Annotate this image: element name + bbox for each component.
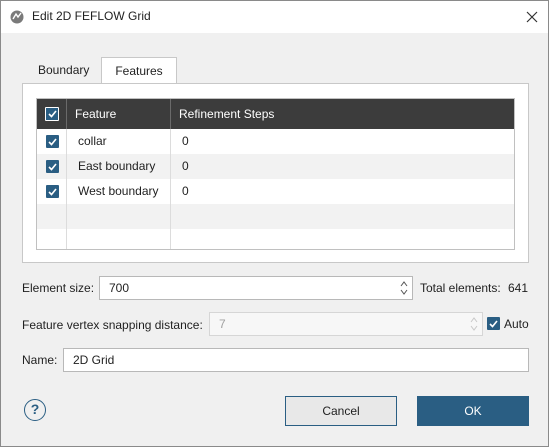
empty-cell — [67, 229, 171, 249]
table-row[interactable]: East boundary 0 — [37, 154, 514, 179]
help-icon: ? — [30, 401, 40, 417]
empty-cell — [171, 229, 514, 249]
checkmark-icon — [48, 162, 57, 171]
row-checkbox[interactable] — [46, 185, 59, 198]
checkmark-icon — [489, 319, 498, 328]
element-size-input[interactable]: 700 — [99, 276, 413, 300]
table-row[interactable]: collar 0 — [37, 129, 514, 154]
cancel-button[interactable]: Cancel — [285, 396, 397, 426]
snapping-distance-value: 7 — [219, 317, 226, 331]
table-row[interactable]: West boundary 0 — [37, 179, 514, 204]
app-icon — [10, 10, 24, 24]
refinement-steps-cell[interactable]: 0 — [171, 129, 514, 154]
checkmark-icon — [48, 187, 57, 196]
row-check-cell — [37, 179, 67, 204]
element-size-label: Element size: — [22, 281, 95, 295]
empty-row — [37, 204, 514, 229]
auto-checkbox[interactable] — [487, 317, 500, 330]
spinner-arrows-icon — [470, 317, 478, 331]
title-bar: Edit 2D FEFLOW Grid — [1, 1, 548, 33]
checkmark-icon — [48, 137, 57, 146]
feature-name-cell: East boundary — [67, 154, 171, 179]
header-check-cell — [37, 99, 67, 129]
checkmark-icon — [47, 110, 57, 118]
column-header-refinement-steps[interactable]: Refinement Steps — [171, 99, 514, 129]
total-elements-value: 641 — [508, 281, 529, 295]
row-checkbox[interactable] — [46, 135, 59, 148]
column-header-feature[interactable]: Feature — [67, 99, 171, 129]
empty-row — [37, 229, 514, 249]
cancel-button-label: Cancel — [322, 404, 360, 418]
help-button[interactable]: ? — [24, 399, 46, 421]
row-checkbox[interactable] — [46, 160, 59, 173]
feature-name-cell: West boundary — [67, 179, 171, 204]
row-check-cell — [37, 129, 67, 154]
refinement-steps-cell[interactable]: 0 — [171, 179, 514, 204]
empty-cell — [171, 204, 514, 229]
element-size-value: 700 — [109, 281, 130, 295]
select-all-checkbox[interactable] — [45, 107, 59, 121]
close-icon — [526, 11, 538, 23]
total-elements-label: Total elements: — [420, 281, 501, 295]
refinement-steps-cell[interactable]: 0 — [171, 154, 514, 179]
empty-cell — [37, 204, 67, 229]
dialog-window: Edit 2D FEFLOW Grid Boundary Features Fe… — [0, 0, 549, 447]
features-panel: Feature Refinement Steps collar 0 East b… — [22, 83, 529, 263]
grid-header: Feature Refinement Steps — [37, 99, 514, 129]
row-check-cell — [37, 154, 67, 179]
empty-cell — [37, 229, 67, 249]
tab-boundary-label: Boundary — [38, 63, 90, 77]
close-button[interactable] — [516, 1, 548, 33]
name-label: Name: — [22, 353, 58, 367]
name-input[interactable]: 2D Grid — [63, 348, 529, 372]
snapping-distance-input[interactable]: 7 — [209, 312, 483, 336]
empty-cell — [67, 204, 171, 229]
tab-boundary[interactable]: Boundary — [28, 57, 99, 83]
auto-label: Auto — [504, 317, 529, 331]
ok-button-label: OK — [464, 404, 482, 418]
feature-name-cell: collar — [67, 129, 171, 154]
tab-features[interactable]: Features — [101, 57, 177, 85]
ok-button[interactable]: OK — [417, 396, 529, 426]
name-value: 2D Grid — [73, 353, 115, 367]
tab-features-label: Features — [115, 64, 163, 78]
window-title: Edit 2D FEFLOW Grid — [32, 9, 151, 23]
spinner-arrows-icon[interactable] — [399, 279, 409, 297]
features-grid: Feature Refinement Steps collar 0 East b… — [36, 98, 515, 250]
snapping-distance-label: Feature vertex snapping distance: — [22, 318, 203, 332]
